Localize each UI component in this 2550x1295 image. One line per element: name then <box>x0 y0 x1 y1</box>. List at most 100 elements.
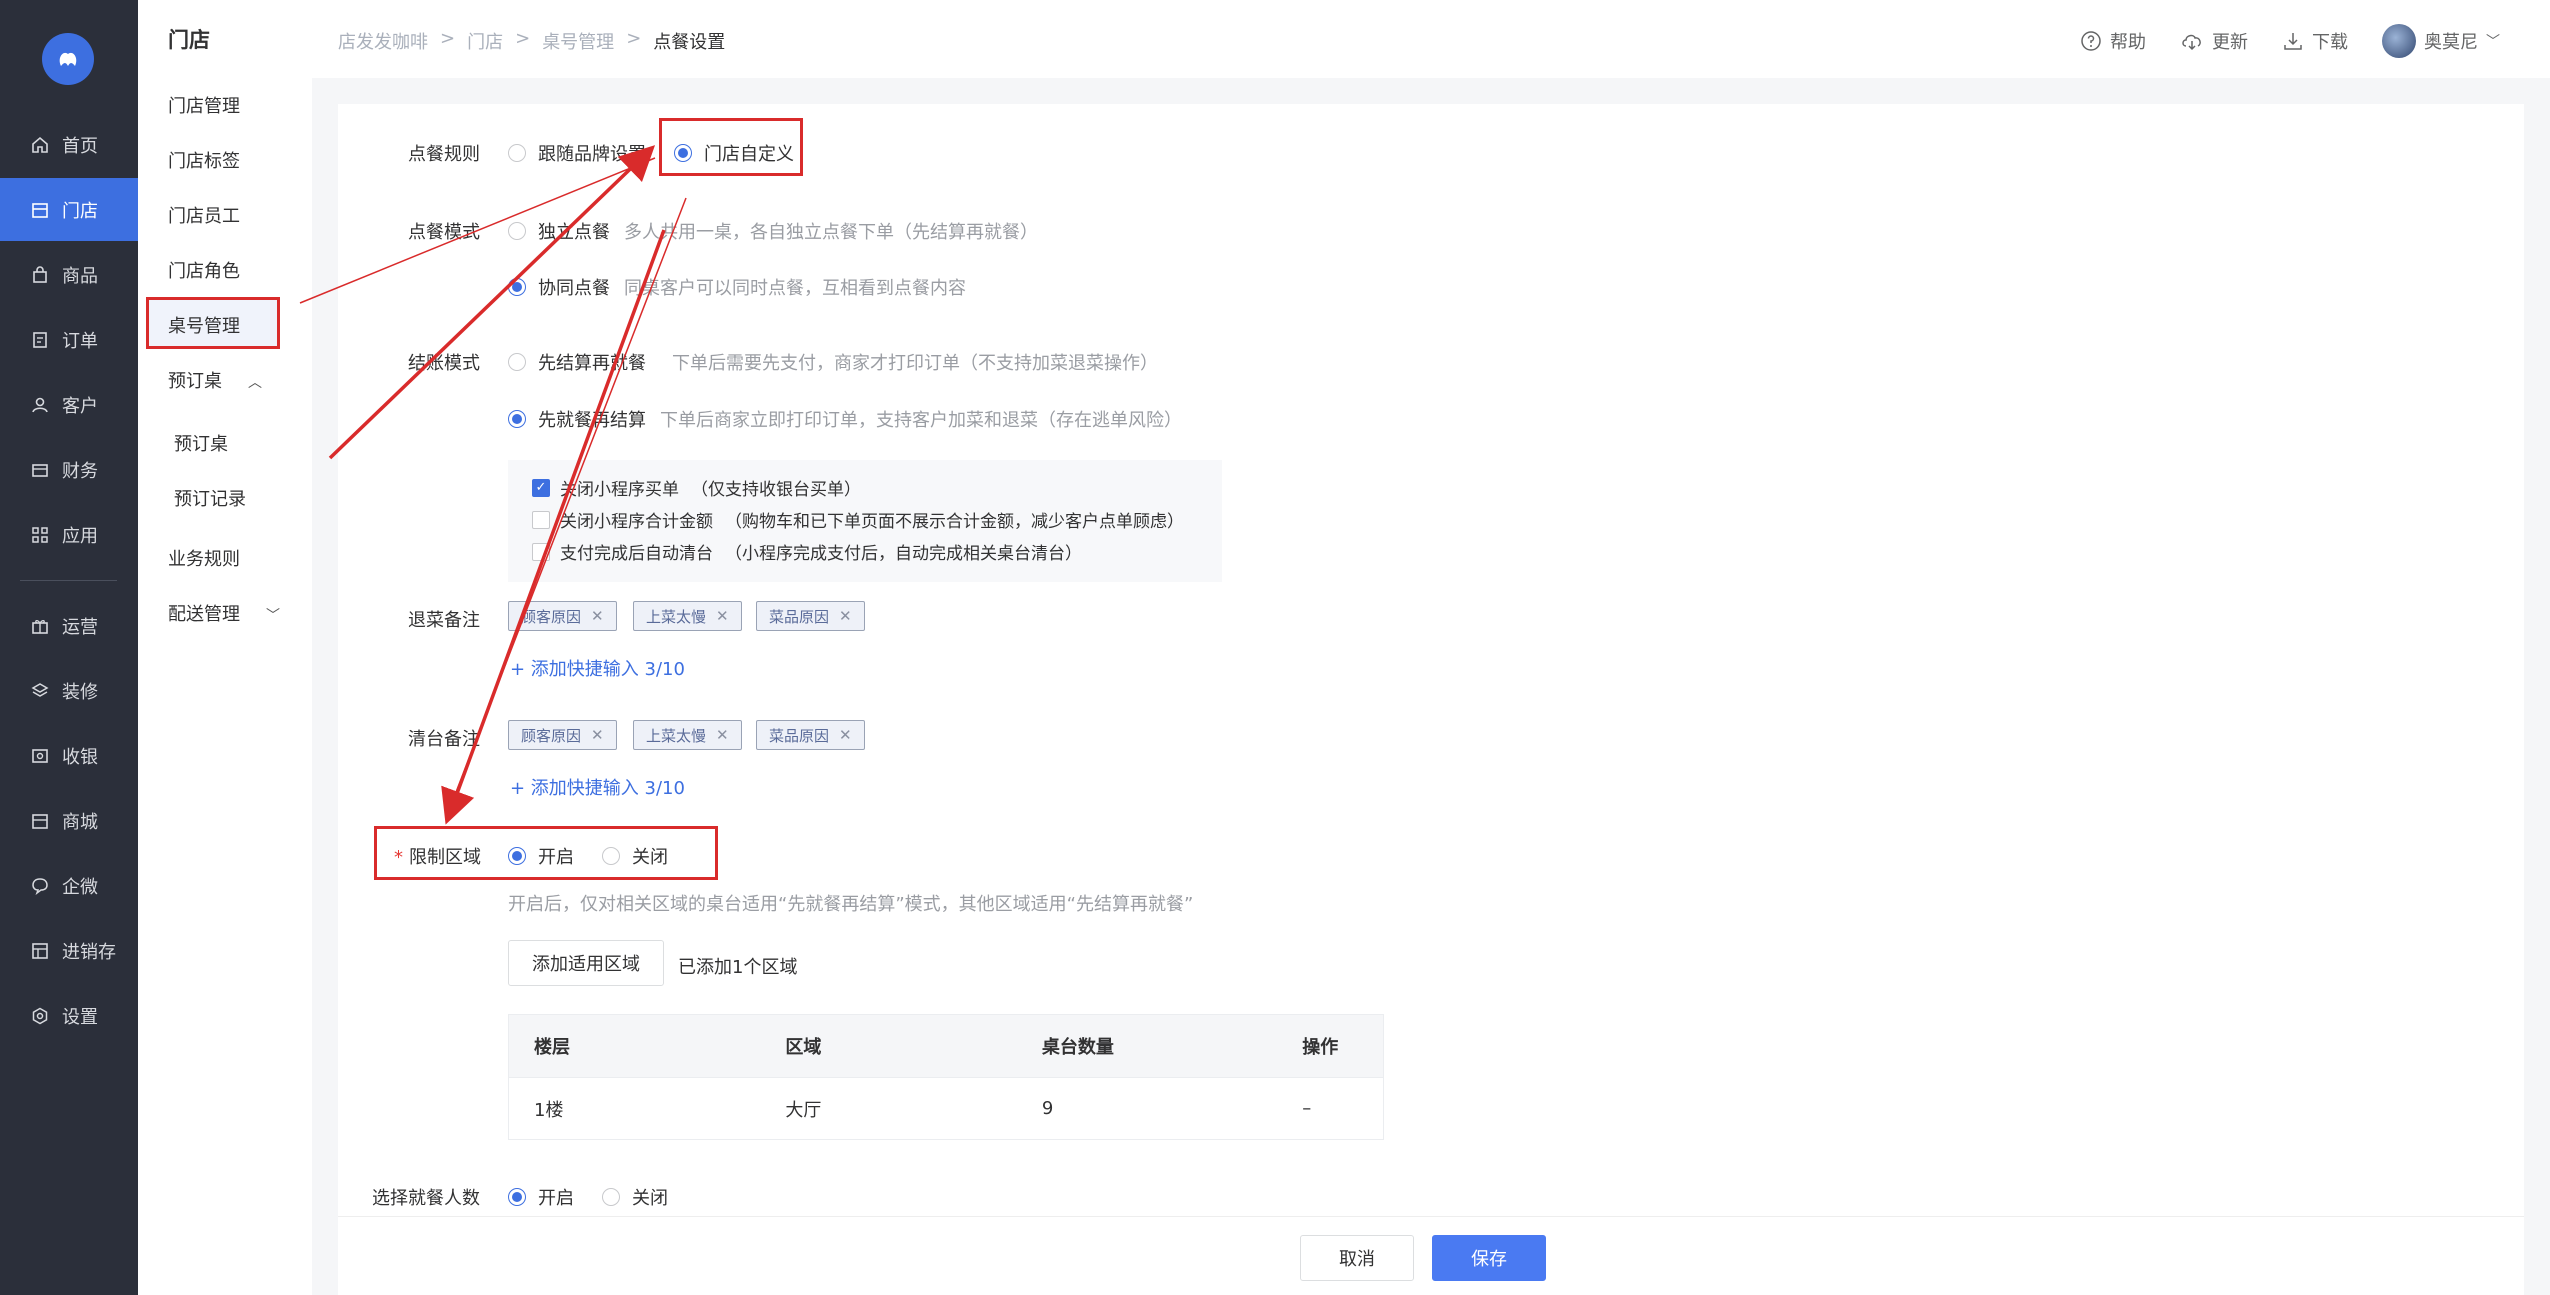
radio-icon <box>508 222 526 240</box>
close-icon[interactable]: ✕ <box>716 607 729 625</box>
nav-item-customers[interactable]: 客户 <box>0 373 138 436</box>
subnav-item-reservation-records[interactable]: 预订记录 <box>174 485 246 511</box>
checkbox-hint: （仅支持收银台买单） <box>691 480 861 500</box>
subnav-group-label: 配送管理 <box>168 604 240 625</box>
nav-item-wecom[interactable]: 企微 <box>0 854 138 917</box>
nav-label: 设置 <box>62 1006 98 1028</box>
brand-logo[interactable] <box>42 33 94 85</box>
download-button[interactable]: 下载 <box>2282 28 2348 54</box>
nav-item-orders[interactable]: 订单 <box>0 308 138 371</box>
checkout-eat-first-radio[interactable]: 先就餐再结算 下单后商家立即打印订单，支持客户加菜和退菜（存在逃单风险） <box>508 406 1182 432</box>
nav-item-mall[interactable]: 商城 <box>0 789 138 852</box>
subnav-item-business-rules[interactable]: 业务规则 <box>168 545 240 571</box>
table-cell: 9 <box>1041 1098 1054 1119</box>
user-menu[interactable]: 奥莫尼 ﹀ <box>2382 24 2500 58</box>
subnav-item-table-manage[interactable]: 桌号管理 <box>168 312 240 338</box>
added-area-count: 已添加1个区域 <box>678 957 798 978</box>
layers-icon <box>30 681 50 701</box>
checkout-mode-label: 结账模式 <box>408 353 480 374</box>
label-text: 限制区域 <box>409 847 481 868</box>
nav-label: 应用 <box>62 525 98 547</box>
nav-item-decoration[interactable]: 装修 <box>0 659 138 722</box>
checkbox-hint: （购物车和已下单页面不展示合计金额，减少客户点单顾虑） <box>725 512 1184 532</box>
limit-area-off-radio[interactable]: 关闭 <box>602 843 668 869</box>
diners-on-radio[interactable]: 开启 <box>508 1184 574 1210</box>
breadcrumb-item[interactable]: 店发发咖啡 <box>338 28 428 54</box>
checkout-pay-first-radio[interactable]: 先结算再就餐 下单后需要先支付，商家才打印订单（不支持加菜退菜操作） <box>508 349 1158 375</box>
nav-item-settings[interactable]: 设置 <box>0 984 138 1047</box>
order-mode-independent-radio[interactable]: 独立点餐 多人共用一桌，各自独立点餐下单（先结算再就餐） <box>508 218 1038 244</box>
order-rule-follow-brand-radio[interactable]: 跟随品牌设置 <box>508 140 646 166</box>
close-icon[interactable]: ✕ <box>591 726 604 744</box>
close-icon[interactable]: ✕ <box>839 726 852 744</box>
bag-icon <box>30 265 50 285</box>
refund-note-add-link[interactable]: + 添加快捷输入 3/10 <box>510 655 685 681</box>
nav-item-home[interactable]: 首页 <box>0 113 138 176</box>
breadcrumb-item[interactable]: 桌号管理 <box>542 28 614 54</box>
nav-item-goods[interactable]: 商品 <box>0 243 138 306</box>
chevron-down-icon: ﹀ <box>266 608 280 624</box>
subnav-item-store-manage[interactable]: 门店管理 <box>168 92 240 118</box>
close-miniapp-pay-checkbox[interactable]: ✓ 关闭小程序买单 （仅支持收银台买单） <box>532 475 861 500</box>
subnav-item-reservation-table[interactable]: 预订桌 <box>174 430 228 456</box>
diners-off-radio[interactable]: 关闭 <box>602 1184 668 1210</box>
nav-label: 装修 <box>62 681 98 703</box>
table-header-cell: 楼层 <box>534 1037 570 1058</box>
subnav-item-store-staff[interactable]: 门店员工 <box>168 202 240 228</box>
order-mode-label: 点餐模式 <box>408 222 480 243</box>
subnav-title: 门店 <box>168 28 210 52</box>
option-hint: 多人共用一桌，各自独立点餐下单（先结算再就餐） <box>624 222 1038 243</box>
option-label: 独立点餐 <box>538 222 610 243</box>
table-row: 1楼 大厅 9 – <box>509 1077 1383 1139</box>
nav-item-store[interactable]: 门店 <box>0 178 138 241</box>
limit-area-label: * 限制区域 <box>394 843 481 869</box>
option-label: 跟随品牌设置 <box>538 144 646 165</box>
chevron-down-icon: ﹀ <box>2486 34 2500 50</box>
tag-label: 上菜太慢 <box>646 607 707 626</box>
table-cell-action[interactable]: – <box>1277 1098 1383 1119</box>
nav-label: 商城 <box>62 811 98 833</box>
main-nav: 首页 门店 商品 订单 客户 财务 应用 运营 装修 收银 商城 企微 进销存 … <box>0 0 138 1295</box>
nav-item-inventory[interactable]: 进销存 <box>0 919 138 982</box>
nav-item-cashier[interactable]: 收银 <box>0 724 138 787</box>
inventory-icon <box>30 941 50 961</box>
tag-label: 顾客原因 <box>521 607 582 626</box>
close-icon[interactable]: ✕ <box>839 607 852 625</box>
refund-note-tag: 顾客原因 ✕ <box>508 601 617 631</box>
nav-item-operation[interactable]: 运营 <box>0 594 138 657</box>
clear-note-tag: 顾客原因 ✕ <box>508 720 617 750</box>
checkbox-label: 支付完成后自动清台 <box>560 544 713 564</box>
refund-note-tag: 上菜太慢 ✕ <box>633 601 742 631</box>
refund-note-label: 退菜备注 <box>408 610 480 631</box>
save-button[interactable]: 保存 <box>1432 1235 1546 1281</box>
cancel-button[interactable]: 取消 <box>1300 1235 1414 1281</box>
option-label: 门店自定义 <box>704 144 794 165</box>
order-mode-collaborative-radio[interactable]: 协同点餐 同桌客户可以同时点餐，互相看到点餐内容 <box>508 274 966 300</box>
help-button[interactable]: 帮助 <box>2080 28 2146 54</box>
clear-note-add-link[interactable]: + 添加快捷输入 3/10 <box>510 774 685 800</box>
order-rule-store-custom-radio[interactable]: 门店自定义 <box>674 140 794 166</box>
subnav-group-reservation[interactable]: 预订桌 ︿ <box>168 367 262 393</box>
nav-label: 订单 <box>62 330 98 352</box>
nav-item-finance[interactable]: 财务 <box>0 438 138 501</box>
limit-area-on-radio[interactable]: 开启 <box>508 843 574 869</box>
subnav-item-store-tags[interactable]: 门店标签 <box>168 147 240 173</box>
breadcrumb-item[interactable]: 门店 <box>467 28 503 54</box>
area-table: 楼层 区域 桌台数量 操作 1楼 大厅 9 – <box>508 1014 1384 1140</box>
subnav-item-store-roles[interactable]: 门店角色 <box>168 257 240 283</box>
checkbox-hint: （小程序完成支付后，自动完成相关桌台清台） <box>725 544 1082 564</box>
nav-label: 运营 <box>62 616 98 638</box>
table-header-cell: 区域 <box>785 1037 822 1058</box>
nav-item-apps[interactable]: 应用 <box>0 503 138 566</box>
add-area-button[interactable]: 添加适用区域 <box>508 940 664 986</box>
table-header-cell: 操作 <box>1302 1037 1339 1058</box>
subnav-group-delivery[interactable]: 配送管理 ﹀ <box>168 600 280 626</box>
checkbox-icon <box>532 510 550 529</box>
close-miniapp-total-checkbox[interactable]: 关闭小程序合计金额 （购物车和已下单页面不展示合计金额，减少客户点单顾虑） <box>532 507 1184 532</box>
close-icon[interactable]: ✕ <box>716 726 729 744</box>
update-button[interactable]: 更新 <box>2180 28 2248 54</box>
clear-note-tag: 上菜太慢 ✕ <box>633 720 742 750</box>
table-cell: 1楼 <box>534 1099 564 1121</box>
close-icon[interactable]: ✕ <box>591 607 604 625</box>
auto-clear-table-checkbox[interactable]: 支付完成后自动清台 （小程序完成支付后，自动完成相关桌台清台） <box>532 539 1082 564</box>
